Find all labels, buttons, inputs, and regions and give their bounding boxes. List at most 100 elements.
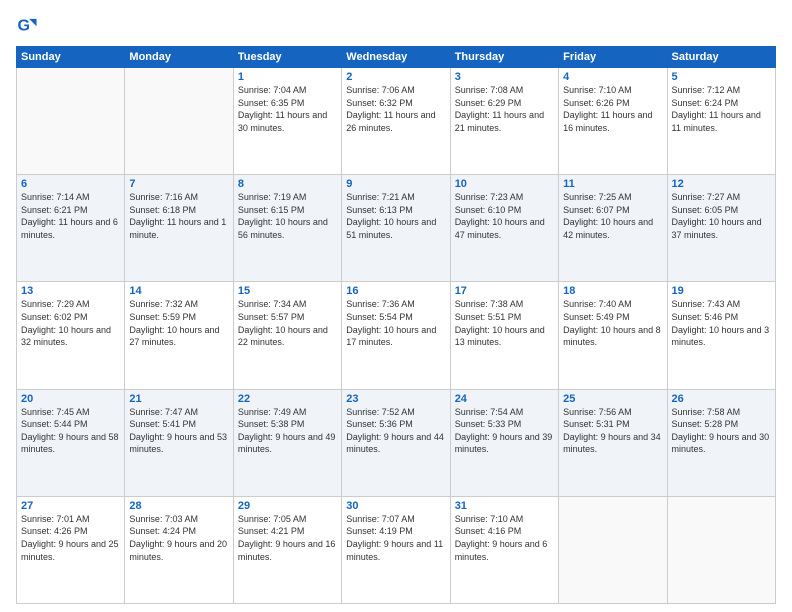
day-info: Sunrise: 7:23 AM Sunset: 6:10 PM Dayligh…: [455, 191, 554, 241]
calendar-cell: 28Sunrise: 7:03 AM Sunset: 4:24 PM Dayli…: [125, 496, 233, 603]
day-info: Sunrise: 7:07 AM Sunset: 4:19 PM Dayligh…: [346, 513, 445, 563]
calendar-header-wednesday: Wednesday: [342, 47, 450, 68]
day-info: Sunrise: 7:56 AM Sunset: 5:31 PM Dayligh…: [563, 406, 662, 456]
calendar-cell: 31Sunrise: 7:10 AM Sunset: 4:16 PM Dayli…: [450, 496, 558, 603]
calendar-week-4: 20Sunrise: 7:45 AM Sunset: 5:44 PM Dayli…: [17, 389, 776, 496]
calendar-cell: 10Sunrise: 7:23 AM Sunset: 6:10 PM Dayli…: [450, 175, 558, 282]
calendar-cell: 21Sunrise: 7:47 AM Sunset: 5:41 PM Dayli…: [125, 389, 233, 496]
calendar-header-thursday: Thursday: [450, 47, 558, 68]
calendar-cell: 15Sunrise: 7:34 AM Sunset: 5:57 PM Dayli…: [233, 282, 341, 389]
calendar-cell: 1Sunrise: 7:04 AM Sunset: 6:35 PM Daylig…: [233, 68, 341, 175]
day-info: Sunrise: 7:04 AM Sunset: 6:35 PM Dayligh…: [238, 84, 337, 134]
day-number: 18: [563, 285, 662, 297]
day-info: Sunrise: 7:05 AM Sunset: 4:21 PM Dayligh…: [238, 513, 337, 563]
calendar-week-1: 1Sunrise: 7:04 AM Sunset: 6:35 PM Daylig…: [17, 68, 776, 175]
header: G: [16, 16, 776, 38]
logo: G: [16, 16, 40, 38]
day-number: 28: [129, 500, 228, 512]
calendar-cell: 9Sunrise: 7:21 AM Sunset: 6:13 PM Daylig…: [342, 175, 450, 282]
calendar-header-row: SundayMondayTuesdayWednesdayThursdayFrid…: [17, 47, 776, 68]
day-info: Sunrise: 7:10 AM Sunset: 6:26 PM Dayligh…: [563, 84, 662, 134]
calendar-cell: 23Sunrise: 7:52 AM Sunset: 5:36 PM Dayli…: [342, 389, 450, 496]
day-number: 17: [455, 285, 554, 297]
day-number: 27: [21, 500, 120, 512]
day-info: Sunrise: 7:58 AM Sunset: 5:28 PM Dayligh…: [672, 406, 771, 456]
calendar-cell: [667, 496, 775, 603]
calendar-cell: 27Sunrise: 7:01 AM Sunset: 4:26 PM Dayli…: [17, 496, 125, 603]
day-number: 10: [455, 178, 554, 190]
day-info: Sunrise: 7:52 AM Sunset: 5:36 PM Dayligh…: [346, 406, 445, 456]
day-number: 19: [672, 285, 771, 297]
calendar-week-2: 6Sunrise: 7:14 AM Sunset: 6:21 PM Daylig…: [17, 175, 776, 282]
calendar-cell: 12Sunrise: 7:27 AM Sunset: 6:05 PM Dayli…: [667, 175, 775, 282]
day-number: 7: [129, 178, 228, 190]
day-info: Sunrise: 7:03 AM Sunset: 4:24 PM Dayligh…: [129, 513, 228, 563]
calendar-cell: 24Sunrise: 7:54 AM Sunset: 5:33 PM Dayli…: [450, 389, 558, 496]
calendar-cell: 11Sunrise: 7:25 AM Sunset: 6:07 PM Dayli…: [559, 175, 667, 282]
day-info: Sunrise: 7:43 AM Sunset: 5:46 PM Dayligh…: [672, 298, 771, 348]
day-number: 20: [21, 393, 120, 405]
day-info: Sunrise: 7:19 AM Sunset: 6:15 PM Dayligh…: [238, 191, 337, 241]
calendar-cell: 8Sunrise: 7:19 AM Sunset: 6:15 PM Daylig…: [233, 175, 341, 282]
day-info: Sunrise: 7:01 AM Sunset: 4:26 PM Dayligh…: [21, 513, 120, 563]
day-number: 23: [346, 393, 445, 405]
calendar-cell: 7Sunrise: 7:16 AM Sunset: 6:18 PM Daylig…: [125, 175, 233, 282]
day-info: Sunrise: 7:32 AM Sunset: 5:59 PM Dayligh…: [129, 298, 228, 348]
calendar-header-tuesday: Tuesday: [233, 47, 341, 68]
day-info: Sunrise: 7:40 AM Sunset: 5:49 PM Dayligh…: [563, 298, 662, 348]
day-info: Sunrise: 7:27 AM Sunset: 6:05 PM Dayligh…: [672, 191, 771, 241]
calendar-header-saturday: Saturday: [667, 47, 775, 68]
day-number: 11: [563, 178, 662, 190]
svg-text:G: G: [17, 17, 30, 35]
day-info: Sunrise: 7:38 AM Sunset: 5:51 PM Dayligh…: [455, 298, 554, 348]
day-number: 5: [672, 71, 771, 83]
calendar-cell: 4Sunrise: 7:10 AM Sunset: 6:26 PM Daylig…: [559, 68, 667, 175]
day-number: 16: [346, 285, 445, 297]
calendar-cell: 14Sunrise: 7:32 AM Sunset: 5:59 PM Dayli…: [125, 282, 233, 389]
logo-icon: G: [16, 16, 38, 38]
calendar-week-5: 27Sunrise: 7:01 AM Sunset: 4:26 PM Dayli…: [17, 496, 776, 603]
day-number: 13: [21, 285, 120, 297]
day-number: 25: [563, 393, 662, 405]
calendar-week-3: 13Sunrise: 7:29 AM Sunset: 6:02 PM Dayli…: [17, 282, 776, 389]
day-number: 15: [238, 285, 337, 297]
day-number: 21: [129, 393, 228, 405]
calendar-table: SundayMondayTuesdayWednesdayThursdayFrid…: [16, 46, 776, 604]
day-number: 2: [346, 71, 445, 83]
calendar-cell: 17Sunrise: 7:38 AM Sunset: 5:51 PM Dayli…: [450, 282, 558, 389]
day-info: Sunrise: 7:16 AM Sunset: 6:18 PM Dayligh…: [129, 191, 228, 241]
day-number: 4: [563, 71, 662, 83]
calendar-cell: [559, 496, 667, 603]
day-number: 12: [672, 178, 771, 190]
day-info: Sunrise: 7:12 AM Sunset: 6:24 PM Dayligh…: [672, 84, 771, 134]
calendar-cell: 19Sunrise: 7:43 AM Sunset: 5:46 PM Dayli…: [667, 282, 775, 389]
day-number: 26: [672, 393, 771, 405]
calendar-header-friday: Friday: [559, 47, 667, 68]
calendar-cell: 3Sunrise: 7:08 AM Sunset: 6:29 PM Daylig…: [450, 68, 558, 175]
day-number: 29: [238, 500, 337, 512]
day-info: Sunrise: 7:36 AM Sunset: 5:54 PM Dayligh…: [346, 298, 445, 348]
day-info: Sunrise: 7:08 AM Sunset: 6:29 PM Dayligh…: [455, 84, 554, 134]
day-number: 30: [346, 500, 445, 512]
calendar-cell: [17, 68, 125, 175]
day-info: Sunrise: 7:21 AM Sunset: 6:13 PM Dayligh…: [346, 191, 445, 241]
day-number: 8: [238, 178, 337, 190]
calendar-cell: [125, 68, 233, 175]
day-number: 14: [129, 285, 228, 297]
day-info: Sunrise: 7:14 AM Sunset: 6:21 PM Dayligh…: [21, 191, 120, 241]
day-info: Sunrise: 7:34 AM Sunset: 5:57 PM Dayligh…: [238, 298, 337, 348]
day-number: 24: [455, 393, 554, 405]
calendar-cell: 25Sunrise: 7:56 AM Sunset: 5:31 PM Dayli…: [559, 389, 667, 496]
calendar-cell: 16Sunrise: 7:36 AM Sunset: 5:54 PM Dayli…: [342, 282, 450, 389]
calendar-header-monday: Monday: [125, 47, 233, 68]
calendar-cell: 26Sunrise: 7:58 AM Sunset: 5:28 PM Dayli…: [667, 389, 775, 496]
day-info: Sunrise: 7:06 AM Sunset: 6:32 PM Dayligh…: [346, 84, 445, 134]
calendar-cell: 30Sunrise: 7:07 AM Sunset: 4:19 PM Dayli…: [342, 496, 450, 603]
day-info: Sunrise: 7:10 AM Sunset: 4:16 PM Dayligh…: [455, 513, 554, 563]
calendar-cell: 5Sunrise: 7:12 AM Sunset: 6:24 PM Daylig…: [667, 68, 775, 175]
calendar-cell: 2Sunrise: 7:06 AM Sunset: 6:32 PM Daylig…: [342, 68, 450, 175]
day-info: Sunrise: 7:29 AM Sunset: 6:02 PM Dayligh…: [21, 298, 120, 348]
day-number: 22: [238, 393, 337, 405]
day-info: Sunrise: 7:54 AM Sunset: 5:33 PM Dayligh…: [455, 406, 554, 456]
calendar-header-sunday: Sunday: [17, 47, 125, 68]
